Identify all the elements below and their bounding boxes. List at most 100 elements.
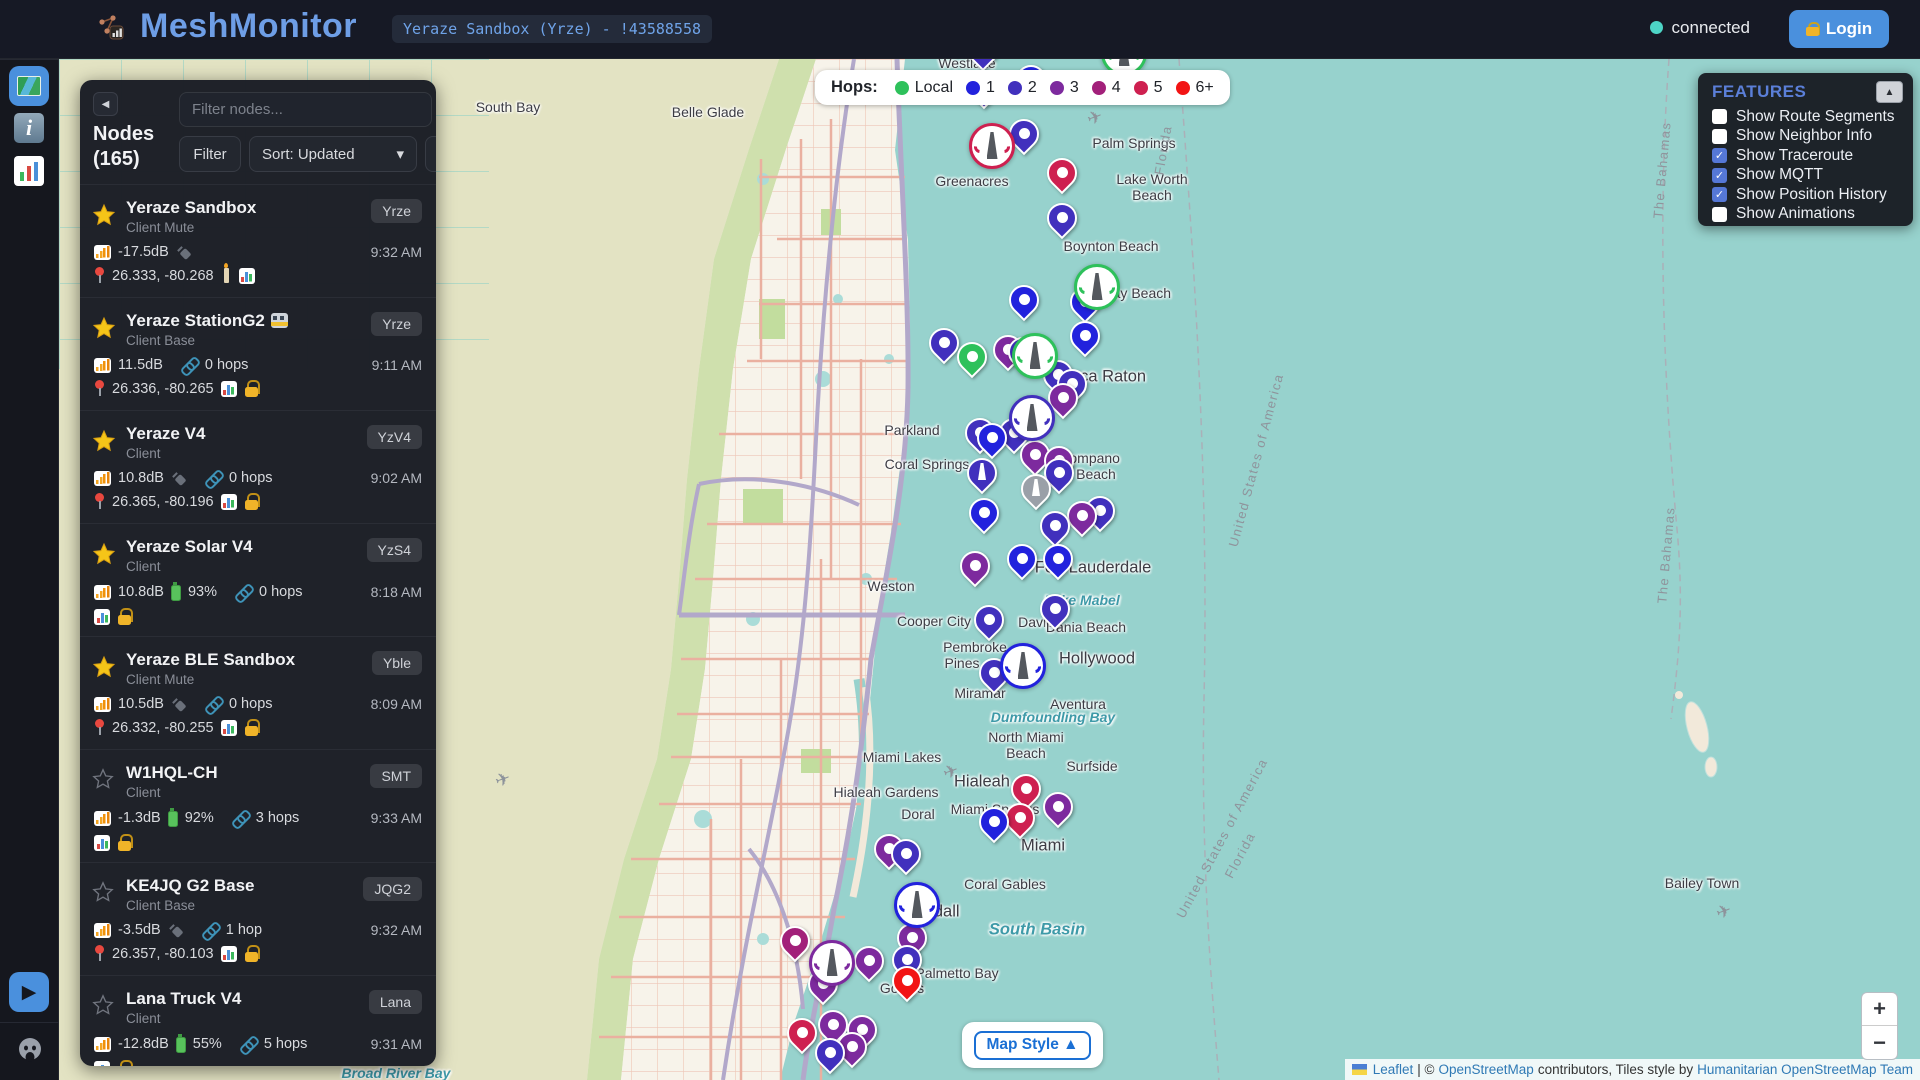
signal-value: 10.8dB bbox=[118, 470, 164, 486]
favorite-star-icon[interactable] bbox=[92, 542, 116, 566]
node-list-item[interactable]: W1HQL-CH SMT Client -1.3dB 92% 3 hops 9:… bbox=[80, 749, 436, 862]
sort-dropdown[interactable]: Sort: Updated▾ bbox=[249, 136, 417, 172]
checkbox-icon[interactable]: ✓ bbox=[1712, 148, 1727, 163]
location-pin-icon bbox=[94, 719, 105, 736]
node-list-item[interactable]: Yeraze BLE Sandbox Yble Client Mute 10.5… bbox=[80, 636, 436, 749]
signal-value: -12.8dB bbox=[118, 1036, 169, 1052]
signal-strength-icon bbox=[94, 811, 111, 826]
last-heard-time: 9:11 AM bbox=[372, 357, 422, 373]
node-tower-marker[interactable] bbox=[969, 123, 1015, 169]
antenna-tower-icon bbox=[912, 891, 923, 918]
node-tower-marker[interactable] bbox=[809, 940, 855, 986]
node-pin-marker[interactable] bbox=[972, 803, 1016, 849]
feature-toggle-show-traceroute[interactable]: ✓ Show Traceroute bbox=[1712, 146, 1905, 166]
map-place-label: Coral Springs bbox=[885, 456, 970, 472]
node-list-item[interactable]: Yeraze Solar V4 YzS4 Client 10.8dB 93% 0… bbox=[80, 523, 436, 636]
node-pin-marker[interactable] bbox=[1040, 154, 1084, 200]
feature-toggle-show-route-segments[interactable]: Show Route Segments bbox=[1712, 107, 1905, 127]
node-pin-marker[interactable] bbox=[953, 547, 997, 593]
map-place-label: Hialeah bbox=[954, 773, 1010, 792]
chart-icon bbox=[221, 946, 237, 962]
coordinates-value: 26.333, -80.268 bbox=[112, 268, 214, 284]
antenna-tower-icon bbox=[1018, 652, 1029, 679]
map-place-label: Greenacres bbox=[935, 173, 1008, 189]
node-short-badge: SMT bbox=[370, 764, 422, 788]
checkbox-icon[interactable]: ✓ bbox=[1712, 168, 1727, 183]
node-list-item[interactable]: Lana Truck V4 Lana Client -12.8dB 55% 5 … bbox=[80, 975, 436, 1066]
node-pin-marker[interactable] bbox=[885, 962, 929, 1008]
hops-link-icon bbox=[205, 470, 222, 486]
node-short-badge: Yrze bbox=[371, 199, 422, 223]
star-outline-icon[interactable] bbox=[92, 994, 116, 1018]
node-list-item[interactable]: Yeraze V4 YzV4 Client 10.8dB 0 hops 9:02… bbox=[80, 410, 436, 523]
map-place-label: Parkland bbox=[884, 422, 939, 438]
last-heard-time: 9:02 AM bbox=[371, 470, 422, 486]
map-place-label: Dumfoundling Bay bbox=[991, 709, 1115, 725]
feature-toggle-show-neighbor-info[interactable]: Show Neighbor Info bbox=[1712, 127, 1905, 147]
checkbox-icon[interactable]: ✓ bbox=[1712, 187, 1727, 202]
feature-toggle-show-animations[interactable]: Show Animations bbox=[1712, 205, 1905, 225]
features-collapse-button[interactable]: ▲ bbox=[1876, 81, 1903, 103]
node-list-item[interactable]: Yeraze StationG2 Yrze Client Base 11.5dB… bbox=[80, 297, 436, 410]
signal-value: 10.5dB bbox=[118, 696, 164, 712]
antenna-tower-icon bbox=[1030, 342, 1041, 369]
favorite-star-icon[interactable] bbox=[92, 316, 116, 340]
sort-direction-button[interactable]: ↓ bbox=[425, 136, 436, 172]
login-button[interactable]: Login bbox=[1789, 10, 1889, 48]
node-tower-marker[interactable] bbox=[1012, 333, 1058, 379]
map-place-label: Hialeah Gardens bbox=[833, 784, 938, 800]
sidebar-item-stats[interactable] bbox=[14, 156, 44, 186]
node-tower-marker[interactable] bbox=[1074, 264, 1120, 310]
node-list-item[interactable]: KE4JQ G2 Base JQG2 Client Base -3.5dB 1 … bbox=[80, 862, 436, 975]
node-pin-marker[interactable] bbox=[1036, 540, 1080, 586]
checkbox-icon[interactable] bbox=[1712, 129, 1727, 144]
node-name: Yeraze BLE Sandbox bbox=[126, 650, 295, 669]
osm-link[interactable]: OpenStreetMap bbox=[1439, 1062, 1534, 1077]
map-place-label: Weston bbox=[867, 578, 914, 594]
sidebar-item-map[interactable] bbox=[9, 66, 49, 106]
feature-toggle-show-position-history[interactable]: ✓ Show Position History bbox=[1712, 185, 1905, 205]
checkbox-icon[interactable] bbox=[1712, 207, 1727, 222]
node-pin-marker[interactable] bbox=[884, 835, 928, 881]
sidebar-item-info[interactable]: i bbox=[14, 113, 44, 143]
node-pin-marker[interactable] bbox=[1036, 788, 1080, 834]
panel-collapse-button[interactable]: ◀ bbox=[93, 92, 118, 116]
node-pin-marker[interactable] bbox=[808, 1034, 852, 1080]
checkbox-icon[interactable] bbox=[1712, 109, 1727, 124]
node-pin-marker[interactable] bbox=[950, 338, 994, 384]
sidebar-item-play[interactable]: ▶ bbox=[9, 972, 49, 1012]
node-tower-marker[interactable] bbox=[894, 882, 940, 928]
star-outline-icon[interactable] bbox=[92, 768, 116, 792]
github-icon[interactable] bbox=[17, 1036, 43, 1062]
node-pin-marker[interactable] bbox=[1040, 199, 1084, 245]
favorite-star-icon[interactable] bbox=[92, 655, 116, 679]
node-pin-marker[interactable] bbox=[962, 494, 1006, 540]
feature-toggle-show-mqtt[interactable]: ✓ Show MQTT bbox=[1712, 166, 1905, 186]
map-style-button[interactable]: Map Style ▲ bbox=[974, 1031, 1091, 1060]
candle-icon bbox=[224, 268, 229, 283]
battery-value: 92% bbox=[185, 810, 214, 826]
hop-color-dot bbox=[895, 81, 909, 95]
node-tower-marker[interactable] bbox=[1009, 395, 1055, 441]
zoom-in-button[interactable]: + bbox=[1862, 993, 1897, 1026]
location-pin-icon bbox=[94, 945, 105, 962]
hop-legend-item: Local bbox=[895, 79, 953, 97]
features-panel: FEATURES ▲ Show Route Segments Show Neig… bbox=[1698, 73, 1913, 226]
signal-value: -3.5dB bbox=[118, 922, 161, 938]
node-list-item[interactable]: Yeraze Sandbox Yrze Client Mute -17.5dB … bbox=[80, 184, 436, 297]
last-heard-time: 9:31 AM bbox=[371, 1036, 422, 1052]
filter-button[interactable]: Filter bbox=[179, 136, 241, 172]
node-pin-marker[interactable] bbox=[967, 601, 1011, 647]
filter-nodes-input[interactable] bbox=[179, 92, 432, 127]
zoom-out-button[interactable]: − bbox=[1862, 1026, 1897, 1059]
favorite-star-icon[interactable] bbox=[92, 203, 116, 227]
favorite-star-icon[interactable] bbox=[92, 429, 116, 453]
leaflet-link[interactable]: Leaflet bbox=[1373, 1062, 1414, 1077]
node-tower-marker[interactable] bbox=[1000, 643, 1046, 689]
node-list: Yeraze Sandbox Yrze Client Mute -17.5dB … bbox=[80, 184, 436, 1066]
hot-link[interactable]: Humanitarian OpenStreetMap Team bbox=[1697, 1062, 1913, 1077]
star-outline-icon[interactable] bbox=[92, 881, 116, 905]
node-pin-marker[interactable] bbox=[1002, 281, 1046, 327]
signal-strength-icon bbox=[94, 697, 111, 712]
node-pin-marker[interactable] bbox=[1033, 590, 1077, 636]
